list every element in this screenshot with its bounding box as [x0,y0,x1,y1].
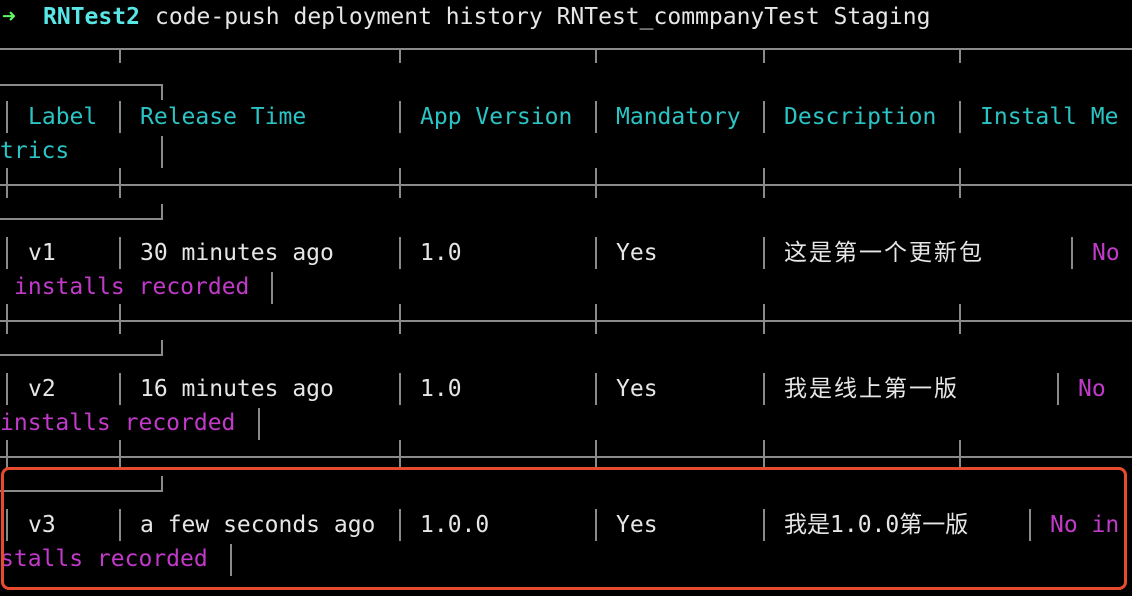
column-separator [959,101,961,133]
header-description: Description [784,104,937,130]
border-tick [763,168,765,198]
column-separator [595,237,597,269]
column-separator [1071,237,1073,269]
cell-app-version: 1.0 [420,376,462,402]
border-tick [119,440,121,470]
cell-release-time: a few seconds ago [140,512,376,538]
column-separator [119,373,121,405]
border-tick [6,168,8,198]
border-tick [595,440,597,470]
cell-description: 我是线上第一版 [784,376,959,402]
cell-install-metrics: No [1092,240,1120,266]
column-separator [258,408,260,440]
border-tick [119,49,121,63]
command-text: code-push deployment history RNTest_comm… [155,4,931,30]
border-tick [595,168,597,198]
header-release-time: Release Time [140,104,307,130]
cell-description: 我是1.0.0第一版 [784,512,969,538]
row-separator [0,184,1132,186]
border-tick [399,168,401,198]
cell-app-version: 1.0.0 [420,512,490,538]
cell-release-time: 30 minutes ago [140,240,334,266]
border-tick [399,49,401,63]
border-tick [161,84,163,100]
column-separator [595,373,597,405]
border-tick [763,440,765,470]
column-separator [399,509,401,541]
column-separator [595,101,597,133]
cell-install-metrics-wrap: installs recorded [14,274,250,300]
column-separator [763,101,765,133]
header-app-version: App Version [420,104,573,130]
cell-label: v1 [28,240,56,266]
border-tick [161,476,163,492]
cell-install-metrics-wrap: installs recorded [0,410,236,436]
border-wrap-segment [0,354,163,356]
border-tick [399,440,401,470]
column-separator [6,237,8,269]
border-tick [959,440,961,470]
cell-label: v2 [28,376,56,402]
border-tick [399,304,401,334]
cell-install-metrics: No [1078,376,1106,402]
prompt-arrow-icon: ➜ [2,4,16,30]
border-wrap-segment [0,218,163,220]
column-separator [595,509,597,541]
border-tick [595,49,597,63]
column-separator [399,373,401,405]
border-tick [161,340,163,356]
border-tick [119,168,121,198]
column-separator [6,101,8,133]
border-tick [6,440,8,470]
column-separator [161,136,163,168]
cell-mandatory: Yes [616,240,658,266]
column-separator [230,544,232,576]
border-wrap-segment [0,84,163,86]
border-tick [959,168,961,198]
border-tick [959,304,961,334]
table-top-border [0,48,1132,50]
border-tick [763,49,765,63]
column-separator [119,237,121,269]
border-tick [595,304,597,334]
border-tick [119,304,121,334]
column-separator [271,272,273,304]
column-separator [1057,373,1059,405]
column-separator [119,509,121,541]
column-separator [763,509,765,541]
cell-release-time: 16 minutes ago [140,376,334,402]
border-wrap-segment [0,490,163,492]
border-tick [959,49,961,63]
prompt-directory: RNTest2 [43,4,140,30]
cell-install-metrics: No in [1050,512,1120,538]
column-separator [399,237,401,269]
border-tick [161,204,163,220]
row-separator [0,456,1132,458]
column-separator [763,237,765,269]
border-tick [6,304,8,334]
cell-app-version: 1.0 [420,240,462,266]
column-separator [6,373,8,405]
cell-description: 这是第一个更新包 [784,240,984,266]
cell-install-metrics-wrap: stalls recorded [0,546,208,572]
column-separator [399,101,401,133]
cell-mandatory: Yes [616,512,658,538]
header-mandatory: Mandatory [616,104,741,130]
column-separator [119,101,121,133]
column-separator [763,373,765,405]
cell-mandatory: Yes [616,376,658,402]
header-install-metrics: Install Me [980,104,1119,130]
border-tick [763,304,765,334]
cell-label: v3 [28,512,56,538]
terminal-window[interactable]: ➜ RNTest2 code-push deployment history R… [0,0,1132,596]
header-label: Label [28,104,98,130]
column-separator [6,509,8,541]
column-separator [1029,509,1031,541]
row-separator [0,320,1132,322]
header-install-metrics-wrap: trics [0,138,70,164]
